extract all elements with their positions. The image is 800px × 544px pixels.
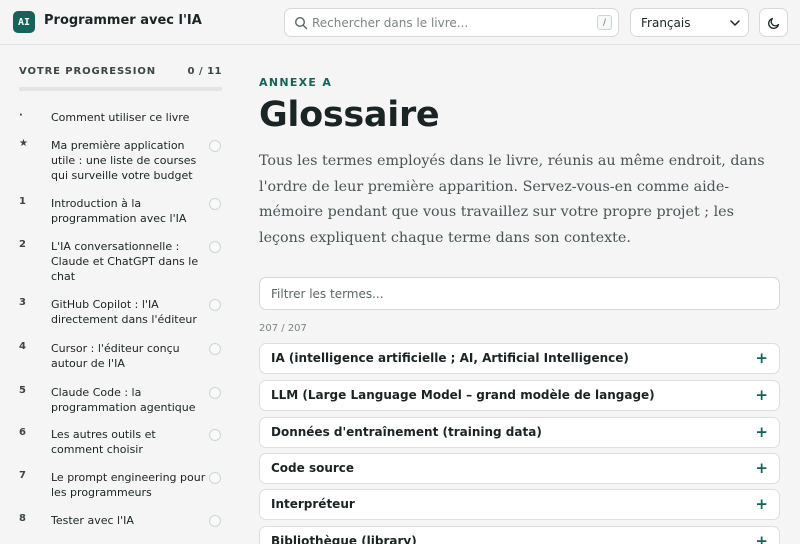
toc-item-label: Ma première application utile : une list…	[51, 139, 197, 182]
toc-item-label: Tester avec l'IA	[51, 514, 134, 527]
toc-item-number: 8	[19, 513, 26, 524]
main-content: ANNEXE A Glossaire Tous les termes emplo…	[240, 45, 800, 544]
section-eyebrow: ANNEXE A	[259, 76, 333, 89]
sidebar: VOTRE PROGRESSION 0 / 11 · Comment utili…	[0, 45, 240, 544]
toc-item-marker: ★	[19, 138, 28, 149]
progress-count: 0 / 11	[187, 66, 222, 77]
expand-plus-icon[interactable]: +	[755, 460, 768, 476]
app-title[interactable]: Programmer avec l'IA	[44, 13, 202, 28]
toc-item-number: 6	[19, 427, 26, 438]
glossary-term-row[interactable]: Bibliothèque (library) +	[259, 526, 780, 544]
page-title: Glossaire	[259, 95, 440, 135]
language-select[interactable]: Français	[630, 8, 749, 37]
completion-circle-icon[interactable]	[209, 515, 221, 527]
completion-circle-icon[interactable]	[209, 198, 221, 210]
toc-item-marker: ·	[19, 110, 23, 121]
toc-item-label: Comment utiliser ce livre	[51, 111, 190, 124]
toc-item-number: 1	[19, 196, 26, 207]
completion-circle-icon[interactable]	[209, 299, 221, 311]
completion-circle-icon[interactable]	[209, 140, 221, 152]
toc-item-label: GitHub Copilot : l'IA directement dans l…	[51, 298, 197, 326]
completion-circle-icon[interactable]	[209, 472, 221, 484]
toc-item-label: L'IA conversationnelle : Claude et ChatG…	[51, 240, 199, 283]
completion-circle-icon[interactable]	[209, 241, 221, 253]
toc-item-label: Introduction à la programmation avec l'I…	[51, 197, 187, 225]
moon-icon	[767, 17, 779, 29]
intro-paragraph: Tous les termes employés dans le livre, …	[259, 153, 765, 246]
glossary-term-label: IA (intelligence artificielle ; AI, Arti…	[271, 351, 629, 365]
progress-bar	[19, 87, 222, 91]
expand-plus-icon[interactable]: +	[755, 533, 768, 544]
progress-label: VOTRE PROGRESSION	[19, 66, 157, 77]
completion-circle-icon[interactable]	[209, 387, 221, 399]
toc-item-label: Claude Code : la programmation agentique	[51, 386, 196, 414]
toc-item-number: 3	[19, 297, 26, 308]
theme-toggle-button[interactable]	[759, 8, 788, 37]
toc-item-number: 2	[19, 239, 26, 250]
toc-item-number: 5	[19, 385, 26, 396]
app-logo[interactable]: AI	[13, 11, 35, 33]
chevron-down-icon	[730, 20, 740, 26]
glossary-term-row[interactable]: Données d'entraînement (training data) +	[259, 417, 780, 448]
top-bar: AI Programmer avec l'IA / Français	[0, 0, 800, 45]
glossary-term-label: LLM (Large Language Model – grand modèle…	[271, 388, 655, 402]
term-count: 207 / 207	[259, 323, 307, 334]
expand-plus-icon[interactable]: +	[755, 496, 768, 512]
glossary-term-label: Bibliothèque (library)	[271, 534, 417, 544]
search-icon	[294, 16, 308, 30]
completion-circle-icon[interactable]	[209, 429, 221, 441]
expand-plus-icon[interactable]: +	[755, 350, 768, 366]
toc-item-label: Le prompt engineering pour les programme…	[51, 471, 206, 499]
language-select-value: Français	[641, 16, 691, 30]
toc-item-number: 4	[19, 341, 26, 352]
filter-terms-input[interactable]	[259, 277, 780, 310]
glossary-term-row[interactable]: IA (intelligence artificielle ; AI, Arti…	[259, 343, 780, 374]
search-box[interactable]: /	[284, 8, 619, 37]
expand-plus-icon[interactable]: +	[755, 387, 768, 403]
toc-item-number: 7	[19, 470, 26, 481]
toc-item-label: Cursor : l'éditeur conçu autour de l'IA	[51, 342, 180, 370]
expand-plus-icon[interactable]: +	[755, 424, 768, 440]
glossary-term-label: Interpréteur	[271, 497, 355, 511]
toc-item-label: Les autres outils et comment choisir	[51, 428, 156, 456]
completion-circle-icon[interactable]	[209, 343, 221, 355]
search-input[interactable]	[312, 13, 582, 33]
glossary-term-row[interactable]: Code source +	[259, 453, 780, 484]
glossary-term-label: Code source	[271, 461, 355, 475]
glossary-term-label: Données d'entraînement (training data)	[271, 425, 542, 439]
search-shortcut-hint: /	[597, 15, 612, 30]
glossary-term-row[interactable]: Interpréteur +	[259, 489, 780, 520]
glossary-term-row[interactable]: LLM (Large Language Model – grand modèle…	[259, 380, 780, 411]
